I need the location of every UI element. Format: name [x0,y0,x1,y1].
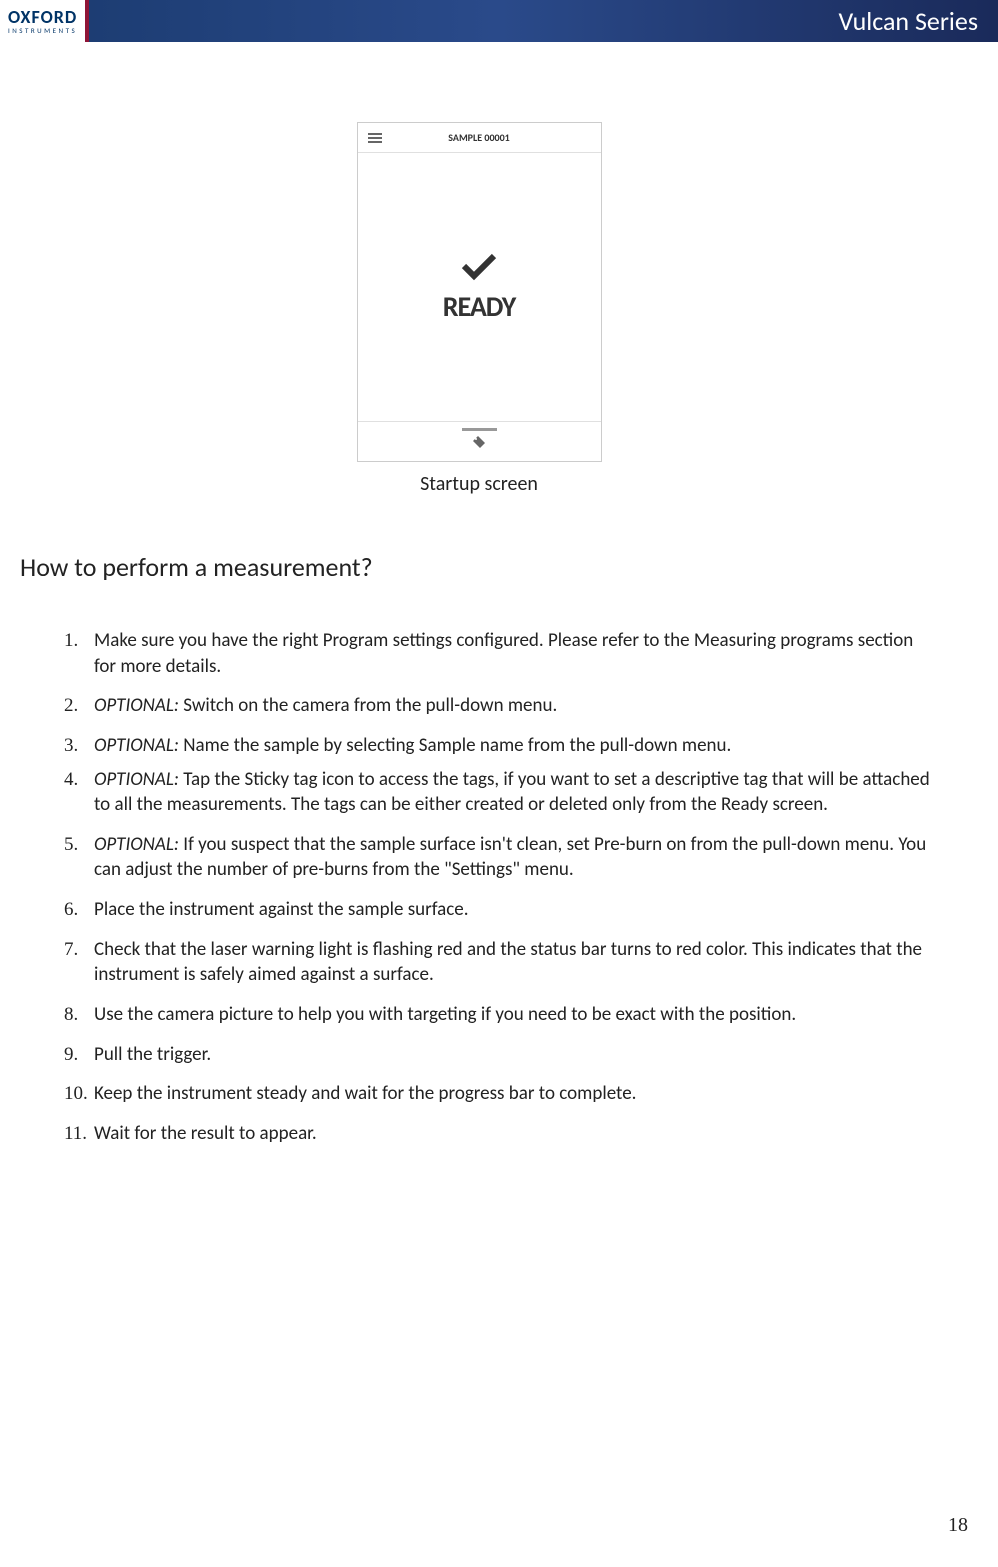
step-item: Wait for the result to appear. [64,1121,938,1147]
step-item: Make sure you have the right Program set… [64,628,938,679]
step-text: Use the camera picture to help you with … [94,1003,796,1026]
step-item: OPTIONAL: Tap the Sticky tag icon to acc… [64,767,938,818]
step-text: Switch on the camera from the pull-down … [183,694,557,717]
logo: OXFORD INSTRUMENTS [0,0,89,42]
screen-footer [358,421,601,461]
step-text: Wait for the result to appear. [94,1122,317,1145]
screenshot-container: SAMPLE 00001 READY [20,122,938,462]
optional-label: OPTIONAL: [94,734,183,757]
step-item: Pull the trigger. [64,1042,938,1068]
step-text: Pull the trigger. [94,1043,211,1066]
optional-label: OPTIONAL: [94,833,183,856]
step-item: Use the camera picture to help you with … [64,1002,938,1028]
tag-icon [472,435,486,449]
step-text: Keep the instrument steady and wait for … [94,1082,636,1105]
screen-body: READY [358,153,601,421]
step-text: Name the sample by selecting Sample name… [183,734,731,757]
screenshot-caption: Startup screen [20,472,938,496]
step-item: OPTIONAL: Name the sample by selecting S… [64,733,938,759]
step-text: Make sure you have the right Program set… [94,629,913,678]
header-title: Vulcan Series [838,5,978,37]
section-title: How to perform a measurement? [20,551,938,583]
startup-screenshot: SAMPLE 00001 READY [357,122,602,462]
screen-header: SAMPLE 00001 [358,123,601,153]
step-item: Check that the laser warning light is fl… [64,937,938,988]
step-text: Tap the Sticky tag icon to access the ta… [94,768,930,817]
optional-label: OPTIONAL: [94,694,183,717]
page-header: OXFORD INSTRUMENTS Vulcan Series [0,0,998,42]
optional-label: OPTIONAL: [94,768,183,791]
ready-status: READY [443,289,516,324]
step-text: Place the instrument against the sample … [94,898,469,921]
step-item: OPTIONAL: If you suspect that the sample… [64,832,938,883]
steps-list: Make sure you have the right Program set… [20,628,938,1147]
page-number: 18 [948,1514,968,1537]
check-icon [459,251,499,281]
step-item: OPTIONAL: Switch on the camera from the … [64,693,938,719]
step-text: If you suspect that the sample surface i… [94,833,926,882]
page-content: SAMPLE 00001 READY Startup screen How to… [0,42,998,1147]
footer-indicator [462,428,497,431]
logo-sub-text: INSTRUMENTS [8,27,77,34]
step-item: Keep the instrument steady and wait for … [64,1081,938,1107]
step-text: Check that the laser warning light is fl… [94,938,922,987]
logo-main-text: OXFORD [8,8,77,26]
step-item: Place the instrument against the sample … [64,897,938,923]
sample-name: SAMPLE 00001 [448,131,509,144]
